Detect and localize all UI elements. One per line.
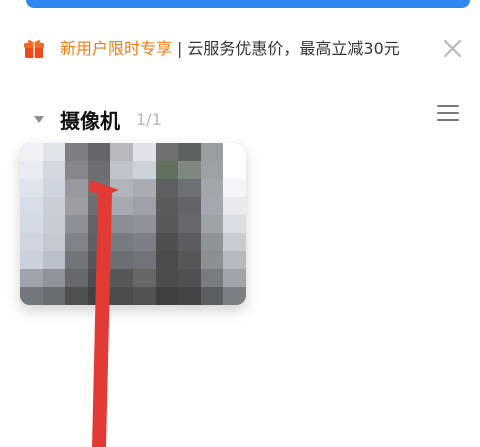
app-screen: 新用户限时专享 | 云服务优惠价，最高立减30元 摄像机 1/1	[0, 0, 480, 447]
camera-preview-card[interactable]	[20, 143, 246, 305]
top-action-bar[interactable]	[26, 0, 470, 8]
promo-separator: |	[177, 39, 183, 58]
gift-icon	[24, 40, 44, 58]
menu-icon[interactable]	[436, 103, 460, 123]
camera-count: 1/1	[136, 109, 162, 129]
promo-banner[interactable]: 新用户限时专享 | 云服务优惠价，最高立减30元	[22, 34, 468, 64]
promo-highlight: 新用户限时专享	[60, 39, 173, 58]
camera-section-header[interactable]: 摄像机 1/1	[32, 104, 462, 134]
close-icon[interactable]	[442, 38, 463, 59]
promo-message: 新用户限时专享 | 云服务优惠价，最高立减30元	[60, 34, 400, 64]
chevron-down-icon[interactable]	[32, 112, 46, 126]
promo-offer-text: 云服务优惠价，最高立减30元	[187, 39, 400, 58]
camera-section-title: 摄像机	[60, 108, 120, 133]
camera-preview-image	[20, 143, 246, 305]
